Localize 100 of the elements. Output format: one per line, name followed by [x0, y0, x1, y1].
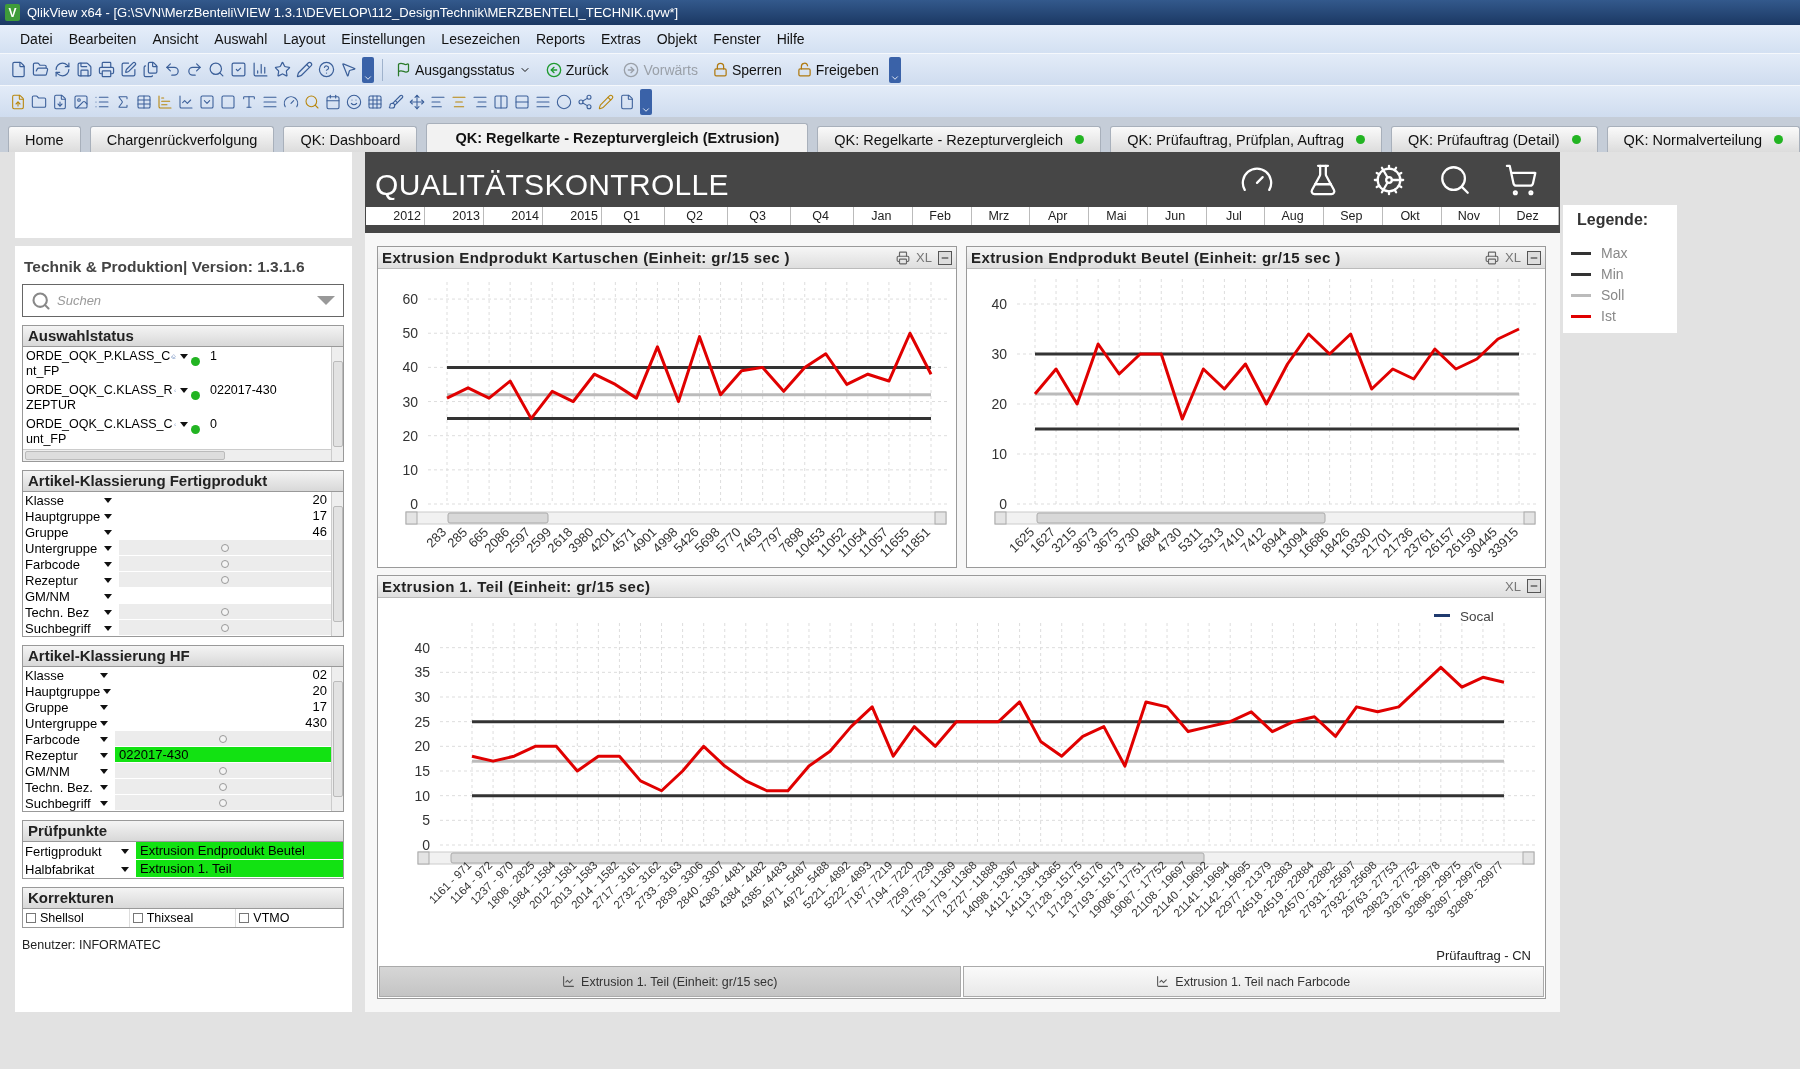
sheet-tab[interactable]: Home	[8, 126, 81, 152]
printer-icon[interactable]	[98, 61, 115, 78]
caret-icon[interactable]	[104, 577, 112, 583]
checkbox-icon[interactable]	[230, 61, 247, 78]
menu-item[interactable]: Reports	[528, 28, 593, 50]
caret-icon[interactable]	[100, 784, 108, 790]
pointer-icon[interactable]	[340, 61, 357, 78]
search-input[interactable]: Suchen	[55, 292, 313, 309]
smiley-icon[interactable]	[346, 93, 362, 110]
search-icon[interactable]	[208, 61, 225, 78]
line-chart-icon[interactable]	[178, 93, 194, 110]
sheet-tab[interactable]: QK: Dashboard	[283, 126, 418, 152]
columns-icon[interactable]	[493, 93, 509, 110]
timeline-cell[interactable]: Jul	[1206, 207, 1266, 226]
file-download-icon[interactable]	[52, 93, 68, 110]
timeline-cell[interactable]: Mrz	[971, 207, 1031, 226]
timeline-cell[interactable]: 2012	[366, 207, 425, 226]
caret-icon[interactable]	[104, 497, 112, 503]
caret-icon[interactable]	[104, 593, 112, 599]
timeline-cell[interactable]: Mai	[1089, 207, 1148, 226]
toolbar-overflow-button[interactable]	[362, 56, 374, 83]
move-icon[interactable]	[409, 93, 425, 110]
minimize-button[interactable]	[938, 250, 952, 265]
printer-icon[interactable]	[1485, 250, 1500, 265]
menu-item[interactable]: Auswahl	[206, 28, 276, 50]
selected-value[interactable]: Extrusion 1. Teil	[136, 860, 343, 877]
cart-icon[interactable]	[1504, 162, 1538, 197]
menu-item[interactable]: Fenster	[705, 28, 769, 50]
star-icon[interactable]	[274, 61, 291, 78]
caret-icon[interactable]	[104, 529, 112, 535]
caret-icon[interactable]	[104, 561, 112, 567]
menu-item[interactable]: Einstellungen	[333, 28, 434, 50]
dropdown-icon[interactable]	[199, 93, 215, 110]
dropdown-triangle-icon[interactable]	[317, 296, 335, 305]
pencil-icon[interactable]	[296, 61, 313, 78]
menu-item[interactable]: Ansicht	[144, 28, 207, 50]
minimize-button[interactable]	[1527, 579, 1541, 594]
folder-icon[interactable]	[32, 61, 49, 78]
toolbar-button[interactable]: Sperren	[707, 59, 787, 80]
file-icon[interactable]	[619, 93, 635, 110]
caret-icon[interactable]	[104, 625, 112, 631]
timeline-cell[interactable]: Q3	[728, 207, 791, 226]
caret-icon[interactable]	[104, 545, 112, 551]
toolbar-button[interactable]: Freigeben	[791, 59, 884, 80]
file-icon[interactable]	[10, 61, 27, 78]
menu-item[interactable]: Bearbeiten	[60, 28, 145, 50]
timeline-cell[interactable]: Okt	[1382, 207, 1442, 226]
caret-icon[interactable]	[104, 513, 112, 519]
toolbar-button[interactable]: Ausgangsstatus	[391, 59, 536, 80]
caret-icon[interactable]	[100, 752, 108, 758]
calendar-icon[interactable]	[325, 93, 341, 110]
bar-chart-icon[interactable]	[252, 61, 269, 78]
timeline-cell[interactable]: Apr	[1030, 207, 1089, 226]
sheet-tab[interactable]: QK: Regelkarte - Rezepturvergleich (Extrusion)	[426, 123, 809, 152]
timeline-cell[interactable]: Aug	[1265, 207, 1324, 226]
gear-icon[interactable]	[1372, 162, 1406, 197]
undo-icon[interactable]	[164, 61, 181, 78]
selected-value[interactable]: Extrusion Endprodukt Beutel	[136, 842, 343, 859]
timeline-cell[interactable]: 2015	[543, 207, 602, 226]
checkbox[interactable]	[239, 913, 250, 923]
timeline-cell[interactable]: 2013	[425, 207, 484, 226]
timeline-cell[interactable]: Nov	[1441, 207, 1501, 226]
menu-item[interactable]: Lesezeichen	[433, 28, 528, 50]
scrollbar[interactable]	[994, 511, 1536, 525]
caret-icon[interactable]	[100, 704, 108, 710]
timeline-cell[interactable]: Q2	[665, 207, 728, 226]
sheet-tab[interactable]: Chargenrückverfolgung	[89, 126, 275, 152]
menu-item[interactable]: Datei	[12, 28, 61, 50]
menu-item[interactable]: Layout	[275, 28, 334, 50]
timeline-cell[interactable]: Q1	[602, 207, 665, 226]
excel-export-button[interactable]: XL	[916, 250, 932, 265]
redo-icon[interactable]	[186, 61, 203, 78]
table-icon[interactable]	[136, 93, 152, 110]
caret-icon[interactable]	[100, 768, 108, 774]
timeline-cell[interactable]: Jun	[1147, 207, 1207, 226]
help-icon[interactable]	[318, 61, 335, 78]
sheet-tab[interactable]: QK: Normalverteilung	[1606, 126, 1800, 152]
folder-icon[interactable]	[31, 93, 47, 110]
scrollbar[interactable]	[331, 492, 343, 636]
menu-item[interactable]: Objekt	[648, 28, 706, 50]
scrollbar[interactable]	[405, 511, 947, 525]
timeline-cell[interactable]: Jan	[854, 207, 913, 226]
checkbox[interactable]	[26, 913, 36, 923]
chart-view-button[interactable]: Extrusion 1. Teil nach Farbcode	[962, 966, 1544, 997]
timeline-cell[interactable]: Feb	[912, 207, 972, 226]
caret-icon[interactable]	[100, 672, 108, 678]
timeline-cell[interactable]: Q4	[791, 207, 854, 226]
menu-item[interactable]: Extras	[593, 28, 649, 50]
scrollbar[interactable]	[23, 449, 331, 461]
excel-export-button[interactable]: XL	[1505, 578, 1521, 594]
circle-icon[interactable]	[556, 93, 572, 110]
share-icon[interactable]	[577, 93, 593, 110]
caret-icon[interactable]	[100, 800, 108, 806]
minimize-button[interactable]	[1527, 250, 1541, 265]
caret-icon[interactable]	[100, 720, 109, 726]
caret-icon[interactable]	[121, 848, 129, 854]
timeline-cell[interactable]: Sep	[1324, 207, 1383, 226]
scrollbar[interactable]	[331, 347, 343, 461]
text-icon[interactable]	[241, 93, 257, 110]
scrollbar[interactable]	[331, 667, 343, 811]
